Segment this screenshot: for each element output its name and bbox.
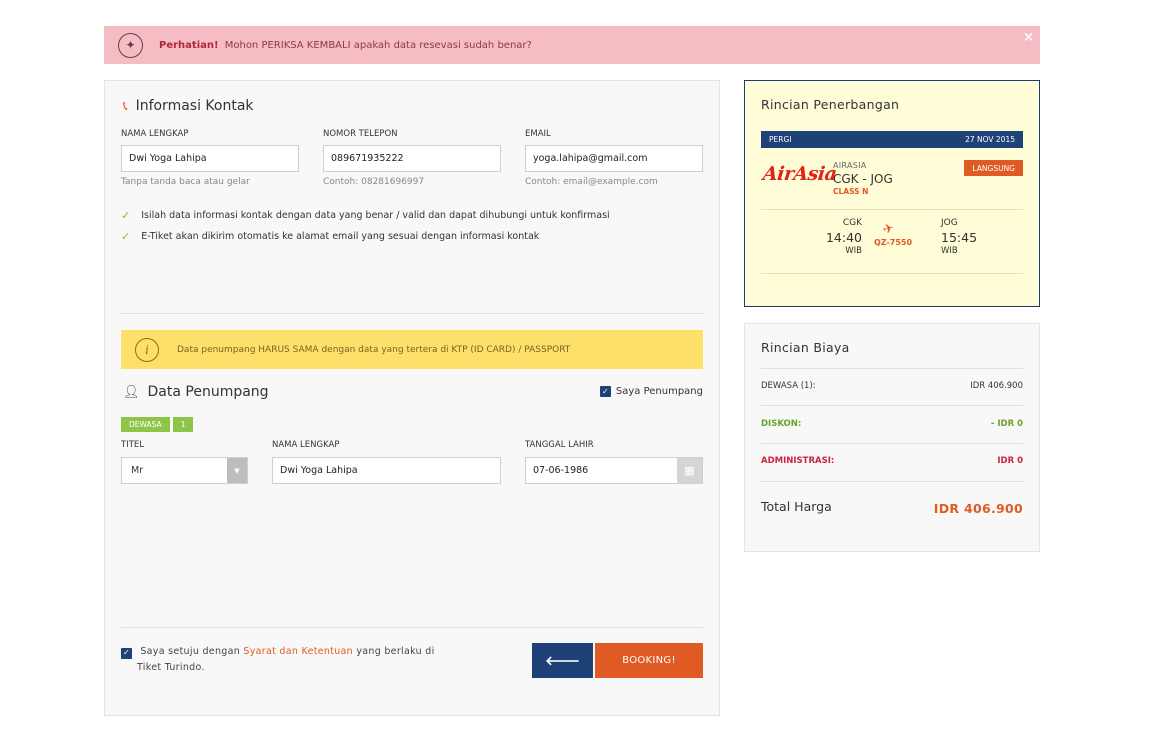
adult-label: DEWASA (1): [761,381,816,391]
divider [761,209,1023,210]
passenger-warning: i Data penumpang HARUS SAMA dengan data … [121,330,703,369]
departure-tz: WIB [845,246,862,256]
check-icon: ✓ [121,230,131,243]
title-select[interactable]: Mr ▼ [121,457,248,484]
user-icon: 👤︎ [123,384,140,400]
contact-name-label: NAMA LENGKAP [121,129,189,139]
departure-time: 14:40 [825,230,862,245]
dob-value: 07-06-1986 [533,465,589,476]
passenger-title: Data Penumpang [147,384,269,400]
discount-label: DISKON: [761,419,802,429]
passenger-index-badge: 1 [172,417,194,432]
agree-line2: Tiket Turindo. [137,662,205,673]
dob-input[interactable]: 07-06-1986 ▦ [525,457,703,484]
cost-row-adult: DEWASA (1): IDR 406.900 [761,381,1023,391]
checkbox-checked-icon[interactable]: ✓ [599,386,611,397]
divider [761,443,1023,444]
admin-value: IDR 0 [997,456,1023,466]
email-hint: Contoh: email@example.com [525,177,658,187]
booking-button[interactable]: BOOKING! [595,643,703,678]
phone-icon: 📞︎ [123,98,128,114]
arrow-left-icon: 🡐 [545,653,580,669]
title-label: TITEL [121,440,144,450]
passenger-type-badge: DEWASA [121,417,170,432]
agree-suffix: yang berlaku di [356,646,435,657]
cost-row-discount: DISKON: - IDR 0 [761,419,1023,429]
flight-details-panel: Rincian Penerbangan PERGI 27 NOV 2015 Ai… [744,80,1040,307]
contact-name-hint: Tanpa tanda baca atau gelar [121,177,250,187]
arrival-code: JOG [941,218,958,228]
email-input[interactable]: yoga.lahipa@gmail.com [525,145,703,172]
departure-code: CGK [842,218,862,228]
passenger-badges: DEWASA 1 [121,417,194,432]
compass-icon: ✦ [118,32,143,58]
divider [121,313,703,314]
alert-banner: ✦ Perhatian! Mohon PERIKSA KEMBALI apaka… [104,26,1040,64]
cost-panel-title: Rincian Biaya [761,340,850,355]
self-passenger-label: Saya Penumpang [615,386,703,397]
terms-link[interactable]: Syarat dan Ketentuan [243,646,353,657]
agree-prefix: Saya setuju dengan [140,646,241,657]
adult-value: IDR 406.900 [970,381,1023,391]
contact-name-input[interactable]: Dwi Yoga Lahipa [121,145,299,172]
contact-note-text: E-Tiket akan dikirim otomatis ke alamat … [141,231,540,242]
flight-class: CLASS N [833,187,869,196]
cost-details-panel: Rincian Biaya DEWASA (1): IDR 406.900 DI… [744,323,1040,552]
dob-label: TANGGAL LAHIR [525,440,594,450]
departure-block: CGK 14:40 WIB [807,218,862,256]
arrival-tz: WIB [941,246,958,256]
calendar-icon[interactable]: ▦ [677,458,702,483]
flight-direction: PERGI [769,135,792,144]
contact-note: ✓ Isilah data informasi kontak dengan da… [121,209,610,222]
admin-label: ADMINISTRASI: [761,456,835,466]
terms-checkbox[interactable]: ✓ [121,647,132,659]
contact-section-title: 📞︎ Informasi Kontak [123,98,254,114]
airasia-logo: AirAsia [761,163,838,185]
divider [121,627,703,628]
arrival-time: 15:45 [941,230,978,245]
flight-route: CGK - JOG [833,172,893,186]
discount-value: - IDR 0 [990,419,1023,429]
contact-title: Informasi Kontak [135,98,254,114]
divider [761,481,1023,482]
flight-date: 27 NOV 2015 [965,135,1015,144]
warning-text: Data penumpang HARUS SAMA dengan data ya… [177,344,571,355]
terms-agreement: ✓ Saya setuju dengan Syarat dan Ketentua… [121,644,441,676]
divider [761,368,1023,369]
check-icon: ✓ [121,209,131,222]
title-select-value: Mr [131,465,144,476]
passenger-name-input[interactable]: Dwi Yoga Lahipa [272,457,501,484]
divider [761,405,1023,406]
divider [761,273,1023,274]
total-value: IDR 406.900 [933,501,1023,516]
cost-row-admin: ADMINISTRASI: IDR 0 [761,456,1023,466]
passenger-name-label: NAMA LENGKAP [272,440,340,450]
airplane-icon: ✈ [881,220,896,239]
direct-flight-badge: LANGSUNG [964,160,1023,176]
email-label: EMAIL [525,129,551,139]
airline-name: AIRASIA [833,161,867,170]
alert-text: Mohon PERIKSA KEMBALI apakah data reseva… [224,39,532,51]
flight-number: QZ-7550 [874,238,913,247]
contact-note-text: Isilah data informasi kontak dengan data… [141,210,610,221]
chevron-down-icon[interactable]: ▼ [227,458,247,483]
booking-form-panel: 📞︎ Informasi Kontak NAMA LENGKAP Dwi Yog… [104,80,720,716]
phone-hint: Contoh: 08281696997 [323,177,425,187]
alert-strong: Perhatian! [159,39,219,51]
info-icon: i [135,337,159,362]
contact-note: ✓ E-Tiket akan dikirim otomatis ke alama… [121,230,539,243]
alert-message: Perhatian! Mohon PERIKSA KEMBALI apakah … [159,40,532,51]
phone-label: NOMOR TELEPON [323,129,398,139]
flight-panel-title: Rincian Penerbangan [761,97,900,112]
flight-header-bar: PERGI 27 NOV 2015 [761,131,1023,148]
arrival-block: JOG 15:45 WIB [941,218,996,256]
close-icon[interactable]: × [1023,30,1034,45]
total-label: Total Harga [761,499,832,514]
phone-input[interactable]: 089671935222 [323,145,501,172]
back-button[interactable]: 🡐 [532,643,593,678]
passenger-section-title: 👤︎ Data Penumpang [123,384,269,400]
self-passenger-checkbox[interactable]: ✓ Saya Penumpang [599,386,703,397]
